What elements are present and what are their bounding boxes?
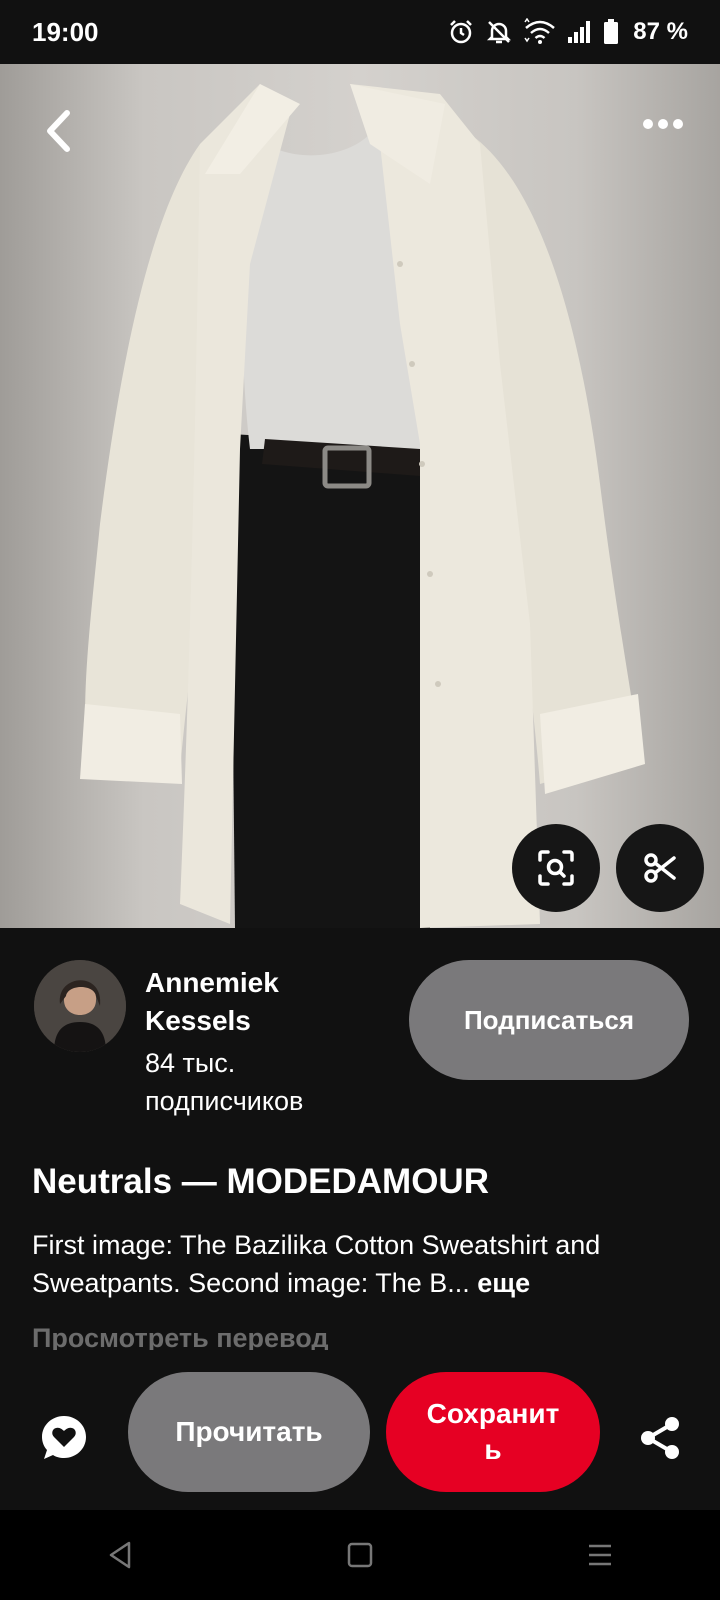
save-button[interactable]: Сохранить [386, 1372, 600, 1492]
avatar-image [34, 960, 126, 1052]
follow-button[interactable]: Подписаться [409, 960, 689, 1080]
signal-icon [567, 20, 593, 44]
square-home-icon [347, 1542, 373, 1568]
chevron-left-icon [47, 110, 70, 152]
status-bar: 19:00 87 % [0, 0, 720, 64]
back-button[interactable] [36, 106, 80, 156]
nav-recents-button[interactable] [570, 1525, 630, 1585]
bell-off-icon [485, 18, 513, 46]
more-horizontal-icon [643, 119, 683, 129]
heart-bubble-icon [42, 1416, 86, 1459]
more-link[interactable]: еще [477, 1268, 530, 1298]
share-button[interactable] [630, 1408, 690, 1468]
wifi-icon [523, 18, 557, 46]
follower-count: 84 тыс. подписчиков [145, 1048, 304, 1116]
pin-image[interactable] [0, 64, 720, 928]
battery-percent: 87 % [633, 18, 688, 45]
action-bar: Прочитать Сохранить [0, 1354, 720, 1510]
more-options-button[interactable] [638, 104, 688, 144]
status-time: 19:00 [32, 16, 99, 47]
battery-icon [603, 19, 619, 45]
system-nav-bar [0, 1510, 720, 1600]
scissors-icon [644, 853, 676, 883]
read-button[interactable]: Прочитать [128, 1372, 370, 1492]
nav-home-button[interactable] [330, 1525, 390, 1585]
author-name[interactable]: Annemiek Kessels [145, 964, 375, 1040]
react-button[interactable] [34, 1408, 94, 1468]
lens-search-icon [538, 850, 574, 886]
pin-description: First image: The Bazilika Cotton Sweatsh… [32, 1226, 692, 1302]
share-icon [641, 1417, 679, 1459]
visual-search-button[interactable] [512, 824, 600, 912]
triangle-back-icon [109, 1541, 131, 1569]
status-icons: 87 % [447, 18, 688, 46]
pin-title: Neutrals — MODEDAMOUR [32, 1162, 489, 1201]
outfit-photo [80, 84, 645, 928]
avatar[interactable] [34, 960, 126, 1052]
author-row: Annemiek Kessels 84 тыс. подписчиков Под… [0, 928, 720, 1128]
alarm-icon [447, 18, 475, 46]
cutout-button[interactable] [616, 824, 704, 912]
translate-link[interactable]: Просмотреть перевод [32, 1320, 692, 1350]
nav-back-button[interactable] [90, 1525, 150, 1585]
menu-lines-icon [589, 1544, 611, 1566]
